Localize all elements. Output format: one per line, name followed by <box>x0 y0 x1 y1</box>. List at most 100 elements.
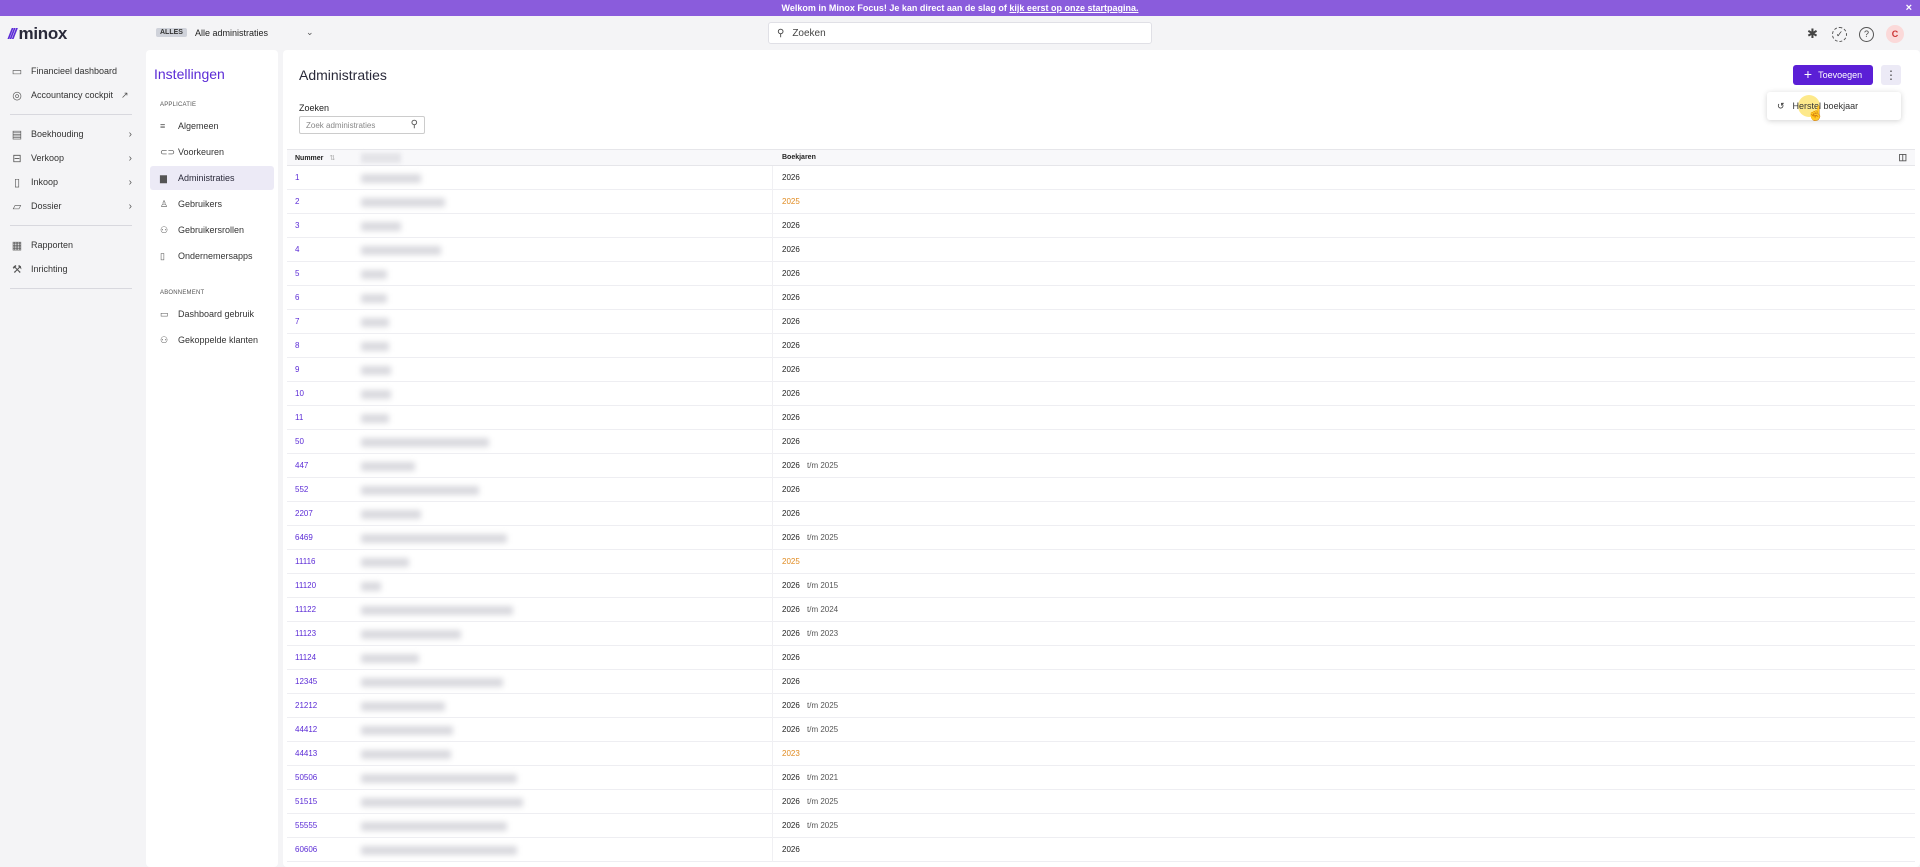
row-number-link[interactable]: 50 <box>295 437 304 446</box>
row-number-link[interactable]: 11122 <box>295 605 316 614</box>
row-number-link[interactable]: 11123 <box>295 629 316 638</box>
row-year: 2026 <box>782 269 800 278</box>
add-button[interactable]: + Toevoegen <box>1793 65 1873 85</box>
row-number-link[interactable]: 1 <box>295 173 299 182</box>
row-number-link[interactable]: 21212 <box>295 701 317 710</box>
table-row[interactable]: 8 2026 <box>287 334 1915 358</box>
table-row[interactable]: 3 2026 <box>287 214 1915 238</box>
row-year: 2026 <box>782 245 800 254</box>
row-number-link[interactable]: 5 <box>295 269 299 278</box>
global-search-placeholder: Zoeken <box>792 27 826 39</box>
table-row[interactable]: 2 2025 <box>287 190 1915 214</box>
row-number-link[interactable]: 2207 <box>295 509 313 518</box>
kebab-icon: ⋮ <box>1885 68 1897 82</box>
column-divider <box>772 334 773 358</box>
row-number-link[interactable]: 51515 <box>295 797 317 806</box>
table-row[interactable]: 11 2026 <box>287 406 1915 430</box>
settings-item-gekoppelde-klanten[interactable]: ⚇ Gekoppelde klanten <box>150 328 274 352</box>
banner-startpage-link[interactable]: kijk eerst op onze startpagina. <box>1009 3 1138 13</box>
page-title: Administraties <box>299 67 387 83</box>
sidebar-item-inrichting[interactable]: ⚒ Inrichting <box>0 257 144 281</box>
table-row[interactable]: 2207 2026 <box>287 502 1915 526</box>
row-number-link[interactable]: 11124 <box>295 653 316 662</box>
table-row[interactable]: 50506 2026 t/m 2021 <box>287 766 1915 790</box>
minox-logo[interactable]: /// minox <box>8 24 67 44</box>
sidebar-item-boekhouding[interactable]: ▤ Boekhouding › <box>0 122 144 146</box>
row-number-link[interactable]: 11120 <box>295 581 316 590</box>
row-number-link[interactable]: 4 <box>295 245 299 254</box>
logo-mark-icon: /// <box>8 25 16 43</box>
sidebar-item-verkoop[interactable]: ⊟ Verkoop › <box>0 146 144 170</box>
row-year-range: t/m 2025 <box>807 533 839 542</box>
table-row[interactable]: 6469 2026 t/m 2025 <box>287 526 1915 550</box>
row-number-link[interactable]: 50506 <box>295 773 317 782</box>
column-header-boekjaren[interactable]: Boekjaren <box>782 154 816 161</box>
settings-item-administraties[interactable]: ▆ Administraties <box>150 166 274 190</box>
row-name-blurred <box>361 366 391 375</box>
table-row[interactable]: 11123 2026 t/m 2023 <box>287 622 1915 646</box>
table-row[interactable]: 4 2026 <box>287 238 1915 262</box>
settings-item-voorkeuren[interactable]: ⊂⊃ Voorkeuren <box>150 140 274 164</box>
row-number-link[interactable]: 6469 <box>295 533 313 542</box>
settings-item-dashboard-gebruik[interactable]: ▭ Dashboard gebruik <box>150 302 274 326</box>
row-number-link[interactable]: 10 <box>295 389 304 398</box>
table-row[interactable]: 21212 2026 t/m 2025 <box>287 694 1915 718</box>
avatar[interactable]: C <box>1886 25 1904 43</box>
row-number-link[interactable]: 12345 <box>295 677 317 686</box>
table-row[interactable]: 6 2026 <box>287 286 1915 310</box>
sidebar-item-accountancy-cockpit[interactable]: ◎ Accountancy cockpit ↗ <box>0 83 144 107</box>
table-row[interactable]: 9 2026 <box>287 358 1915 382</box>
row-number-link[interactable]: 55555 <box>295 821 317 830</box>
table-row[interactable]: 1 2026 <box>287 166 1915 190</box>
settings-item-gebruikers[interactable]: ♙ Gebruikers <box>150 192 274 216</box>
sidebar-item-rapporten[interactable]: ▦ Rapporten <box>0 233 144 257</box>
column-divider <box>772 838 773 862</box>
status-icon[interactable]: ✓ <box>1832 26 1847 42</box>
help-icon[interactable]: ? <box>1859 26 1874 42</box>
table-row[interactable]: 12345 2026 <box>287 670 1915 694</box>
settings-item-ondernemersapps[interactable]: ▯ Ondernemersapps <box>150 244 274 268</box>
banner-close-icon[interactable]: × <box>1906 0 1912 16</box>
bug-icon[interactable]: ✱ <box>1805 26 1820 42</box>
table-row[interactable]: 60606 2026 <box>287 838 1915 862</box>
table-row[interactable]: 11116 2025 <box>287 550 1915 574</box>
table-row[interactable]: 7 2026 <box>287 310 1915 334</box>
table-row[interactable]: 11122 2026 t/m 2024 <box>287 598 1915 622</box>
sidebar-item-dossier[interactable]: ▱ Dossier › <box>0 194 144 218</box>
table-row[interactable]: 44412 2026 t/m 2025 <box>287 718 1915 742</box>
row-number-link[interactable]: 7 <box>295 317 299 326</box>
table-row[interactable]: 11120 2026 t/m 2015 <box>287 574 1915 598</box>
table-row[interactable]: 50 2026 <box>287 430 1915 454</box>
settings-item-algemeen[interactable]: ≡ Algemeen <box>150 114 274 138</box>
row-number-link[interactable]: 6 <box>295 293 299 302</box>
row-number-link[interactable]: 2 <box>295 197 299 206</box>
columns-icon[interactable]: ◫ <box>1898 152 1907 163</box>
search-administraties-input[interactable]: Zoek administraties ⚲ <box>299 116 425 134</box>
column-header-nummer[interactable]: Nummer ⇅ <box>295 154 335 162</box>
table-row[interactable]: 10 2026 <box>287 382 1915 406</box>
menu-item-herstel-boekjaar[interactable]: Herstel boekjaar <box>1793 101 1859 111</box>
administration-switcher[interactable]: ALLES Alle administraties ⌄ <box>156 27 314 38</box>
row-number-link[interactable]: 11116 <box>295 557 315 566</box>
row-number-link[interactable]: 552 <box>295 485 308 494</box>
sidebar-item-financieel-dashboard[interactable]: ▭ Financieel dashboard <box>0 59 144 83</box>
row-number-link[interactable]: 8 <box>295 341 299 350</box>
row-number-link[interactable]: 447 <box>295 461 308 470</box>
row-number-link[interactable]: 44413 <box>295 749 317 758</box>
global-search-input[interactable]: ⚲ Zoeken <box>768 22 1152 44</box>
row-number-link[interactable]: 44412 <box>295 725 317 734</box>
row-number-link[interactable]: 9 <box>295 365 299 374</box>
table-row[interactable]: 51515 2026 t/m 2025 <box>287 790 1915 814</box>
table-row[interactable]: 44413 2023 <box>287 742 1915 766</box>
row-number-link[interactable]: 3 <box>295 221 299 230</box>
settings-item-gebruikersrollen[interactable]: ⚇ Gebruikersrollen <box>150 218 274 242</box>
row-number-link[interactable]: 11 <box>295 413 303 422</box>
table-row[interactable]: 447 2026 t/m 2025 <box>287 454 1915 478</box>
more-options-button[interactable]: ⋮ <box>1881 65 1901 85</box>
row-number-link[interactable]: 60606 <box>295 845 317 854</box>
table-row[interactable]: 552 2026 <box>287 478 1915 502</box>
table-row[interactable]: 5 2026 <box>287 262 1915 286</box>
table-row[interactable]: 55555 2026 t/m 2025 <box>287 814 1915 838</box>
table-row[interactable]: 11124 2026 <box>287 646 1915 670</box>
sidebar-item-inkoop[interactable]: ▯ Inkoop › <box>0 170 144 194</box>
